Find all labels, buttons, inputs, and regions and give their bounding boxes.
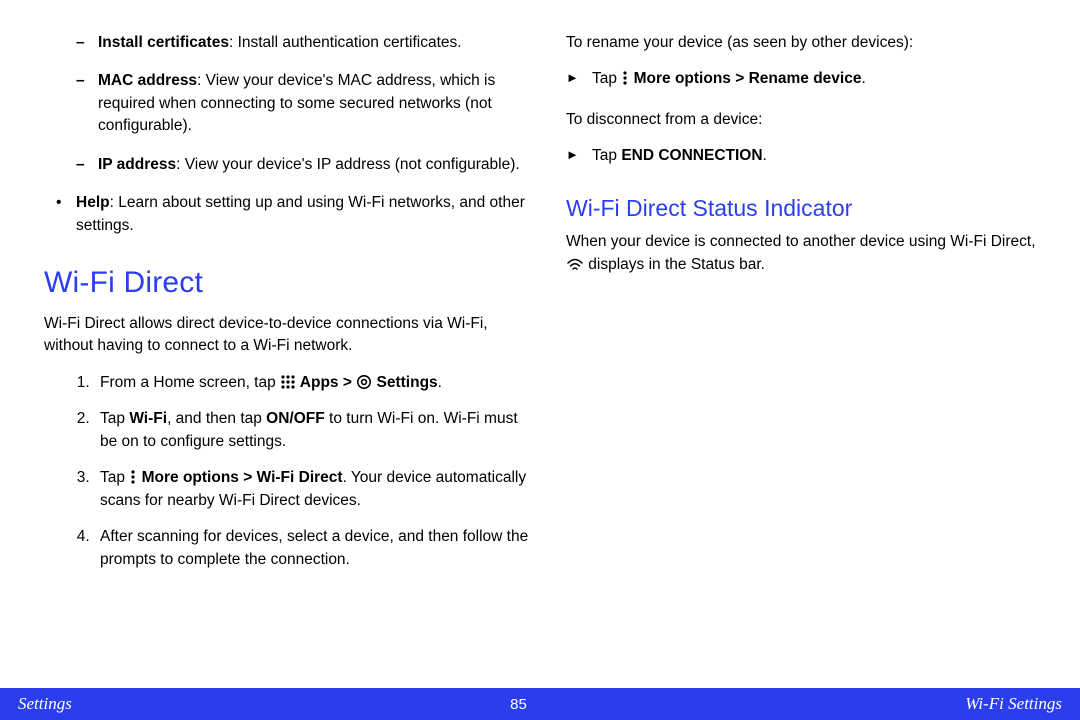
step-4: After scanning for devices, select a dev…	[94, 526, 532, 571]
desc: : Install authentication certificates.	[229, 34, 462, 51]
rename-step: Tap More options > Rename device.	[566, 68, 1054, 90]
period: .	[438, 374, 442, 391]
step-2: Tap Wi-Fi, and then tap ON/OFF to turn W…	[94, 408, 532, 453]
t: Tap	[592, 147, 621, 164]
page-footer: Settings 85 Wi-Fi Settings	[0, 688, 1080, 720]
period: .	[763, 147, 767, 164]
label: Install certificates	[98, 34, 229, 51]
t: Tap	[592, 70, 621, 87]
wifi-label: Wi-Fi	[129, 410, 167, 427]
gt: >	[343, 374, 352, 391]
end-connection-label: END CONNECTION	[621, 147, 762, 164]
period: .	[861, 70, 865, 87]
disconnect-intro: To disconnect from a device:	[566, 109, 1054, 131]
right-column: To rename your device (as seen by other …	[566, 32, 1054, 676]
label: Help	[76, 194, 110, 211]
t2: , and then tap	[167, 410, 266, 427]
item-mac-address: MAC address: View your device's MAC addr…	[98, 70, 532, 137]
desc: : View your device's IP address (not con…	[176, 156, 520, 173]
onoff-label: ON/OFF	[266, 410, 325, 427]
more-label: More options	[629, 70, 735, 87]
t: Tap	[100, 469, 129, 486]
item-help: Help: Learn about setting up and using W…	[76, 192, 532, 237]
left-column: Install certificates: Install authentica…	[26, 32, 532, 676]
rename-label: Rename device	[744, 70, 861, 87]
wifi-direct-steps: From a Home screen, tap Apps > Settings.…	[44, 372, 532, 571]
desc: : Learn about setting up and using Wi-Fi…	[76, 194, 525, 233]
text: From a Home screen, tap	[100, 374, 280, 391]
step-3: Tap More options > Wi-Fi Direct. Your de…	[94, 467, 532, 512]
label: MAC address	[98, 72, 197, 89]
t1: When your device is connected to another…	[566, 233, 1036, 250]
settings-gear-icon	[356, 374, 372, 390]
status-indicator-text: When your device is connected to another…	[566, 231, 1054, 276]
apps-grid-icon	[280, 374, 296, 390]
gt: >	[735, 70, 744, 87]
subsection-status-indicator: Wi-Fi Direct Status Indicator	[566, 192, 1054, 225]
section-wifi-direct: Wi-Fi Direct	[44, 261, 532, 305]
footer-page-number: 85	[510, 696, 527, 713]
item-install-certificates: Install certificates: Install authentica…	[98, 32, 532, 54]
disconnect-step: Tap END CONNECTION.	[566, 145, 1054, 167]
rename-intro: To rename your device (as seen by other …	[566, 32, 1054, 54]
t: After scanning for devices, select a dev…	[100, 528, 528, 567]
settings-label: Settings	[372, 374, 437, 391]
advanced-sublist: Install certificates: Install authentica…	[44, 32, 532, 176]
t2: displays in the Status bar.	[584, 256, 765, 273]
wifi-direct-intro: Wi-Fi Direct allows direct device-to-dev…	[44, 313, 532, 358]
help-bullet: Help: Learn about setting up and using W…	[44, 192, 532, 237]
more-label: More options > Wi-Fi Direct	[137, 469, 342, 486]
wifi-direct-status-icon	[566, 258, 584, 272]
item-ip-address: IP address: View your device's IP addres…	[98, 154, 532, 176]
label: IP address	[98, 156, 176, 173]
step-1: From a Home screen, tap Apps > Settings.	[94, 372, 532, 394]
apps-label: Apps	[296, 374, 343, 391]
footer-left: Settings	[18, 694, 72, 714]
t: Tap	[100, 410, 129, 427]
footer-right: Wi-Fi Settings	[965, 694, 1062, 714]
